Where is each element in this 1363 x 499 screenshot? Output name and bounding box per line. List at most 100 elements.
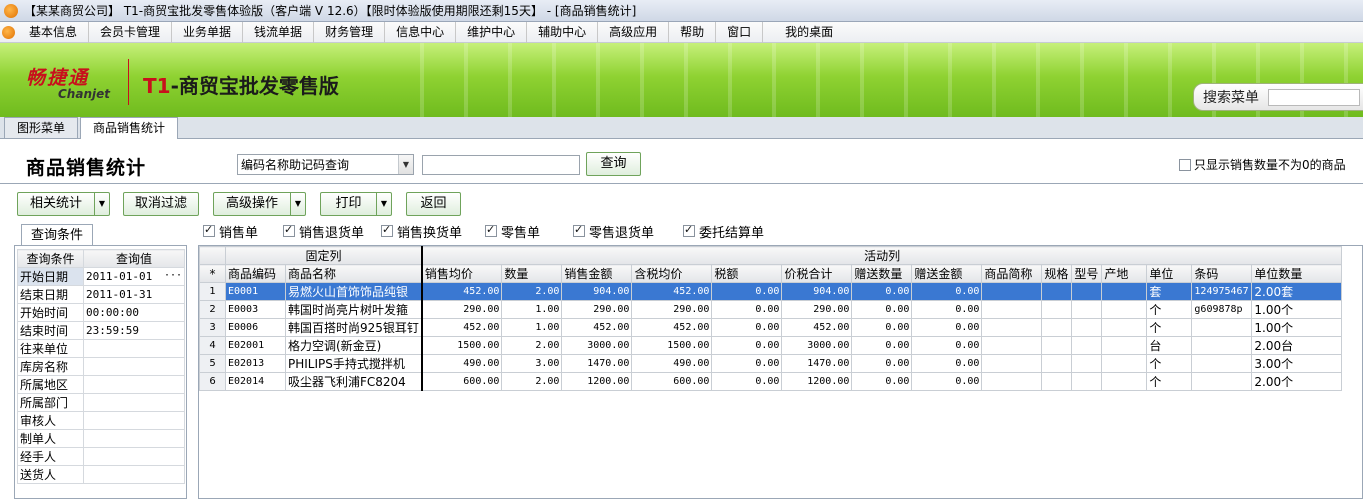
menu-search-input[interactable] (1268, 88, 1360, 106)
table-cell[interactable]: 1.00 (501, 318, 563, 337)
table-cell[interactable]: 904.00 (781, 282, 853, 301)
table-cell[interactable]: 0.00 (911, 336, 983, 355)
cond-value[interactable] (83, 375, 185, 394)
table-cell[interactable] (1101, 300, 1148, 319)
table-cell[interactable]: PHILIPS手持式搅拌机 (284, 354, 423, 373)
menu-help[interactable]: 帮助 (669, 21, 717, 43)
table-row[interactable]: 1 E0001 易燃火山首饰饰品纯银 452.00 2.00 904.00 452.00 0.… (199, 282, 1343, 301)
cond-value[interactable] (83, 411, 185, 430)
table-cell[interactable]: 1470.00 (561, 354, 633, 373)
table-cell[interactable]: 1200.00 (781, 372, 853, 391)
query-button[interactable]: 查询 (586, 152, 641, 176)
table-row[interactable]: 4 E02001 格力空调(新金豆) 1500.00 2.00 3000.00 1500.0… (199, 336, 1343, 355)
table-cell[interactable]: 吸尘器飞利浦FC8204 (284, 372, 423, 391)
app-menu-icon[interactable] (2, 25, 15, 39)
table-cell[interactable]: 1.00 (501, 300, 563, 319)
checkbox-icon[interactable] (1179, 158, 1191, 171)
only-nonzero-checkbox[interactable]: 只显示销售数量不为0的商品 (1179, 156, 1346, 173)
chevron-down-icon[interactable]: ▼ (398, 155, 413, 174)
table-cell[interactable]: 452.00 (561, 318, 633, 337)
table-cell[interactable] (1071, 282, 1103, 301)
table-cell[interactable] (1071, 372, 1103, 391)
column-header[interactable]: 销售金额 (561, 264, 633, 283)
doc-type-retail[interactable]: 零售单 (485, 222, 540, 241)
table-cell[interactable]: 490.00 (631, 354, 713, 373)
cond-value-start-date[interactable]: 2011-01-01 ··· (83, 267, 185, 286)
table-cell[interactable]: 124975467 (1191, 282, 1253, 301)
table-cell[interactable]: 个 (1146, 354, 1193, 373)
checkbox-icon[interactable] (683, 223, 695, 237)
table-cell[interactable]: 1.00个 (1251, 318, 1343, 337)
table-row[interactable]: 6 E02014 吸尘器飞利浦FC8204 600.00 2.00 1200.00 600.… (199, 372, 1343, 391)
checkbox-icon[interactable] (381, 223, 393, 237)
table-cell[interactable]: 2.00台 (1251, 336, 1343, 355)
table-cell[interactable] (1101, 318, 1148, 337)
table-cell[interactable]: 0.00 (851, 318, 913, 337)
table-cell[interactable] (1071, 318, 1103, 337)
cond-value[interactable]: 00:00:00 (83, 303, 185, 322)
table-cell[interactable]: 1500.00 (631, 336, 713, 355)
table-cell[interactable]: 0.00 (711, 354, 783, 373)
table-cell[interactable]: 台 (1146, 336, 1193, 355)
menu-maintenance[interactable]: 维护中心 (456, 21, 528, 43)
chevron-down-icon[interactable]: ▼ (376, 193, 391, 215)
menu-basic-info[interactable]: 基本信息 (18, 21, 90, 43)
table-cell[interactable]: 个 (1146, 300, 1193, 319)
table-cell[interactable]: 290.00 (421, 300, 503, 319)
column-header[interactable]: 价税合计 (781, 264, 853, 283)
table-cell[interactable] (981, 300, 1043, 319)
column-header[interactable]: 型号 (1071, 264, 1103, 283)
table-cell[interactable] (1191, 354, 1253, 373)
table-cell[interactable]: 2.00 (501, 282, 563, 301)
table-cell[interactable] (1041, 354, 1073, 373)
table-cell[interactable]: 0.00 (711, 336, 783, 355)
menu-business-docs[interactable]: 业务单据 (172, 21, 244, 43)
table-row[interactable]: 2 E0003 韩国时尚亮片树叶发箍 290.00 1.00 290.00 290.00 0.… (199, 300, 1343, 319)
table-cell[interactable] (981, 336, 1043, 355)
checkbox-icon[interactable] (485, 223, 497, 237)
back-button[interactable]: 返回 (406, 192, 461, 216)
cond-value[interactable]: 2011-01-31 (83, 285, 185, 304)
menu-finance[interactable]: 财务管理 (314, 21, 386, 43)
table-cell[interactable]: 0.00 (851, 354, 913, 373)
table-cell[interactable]: 290.00 (781, 300, 853, 319)
table-cell[interactable] (1071, 300, 1103, 319)
table-cell[interactable]: 904.00 (561, 282, 633, 301)
table-row[interactable]: 3 E0006 韩国百搭时尚925银耳钉 452.00 1.00 452.00 452.00… (199, 318, 1343, 337)
menu-cash-docs[interactable]: 钱流单据 (243, 21, 315, 43)
column-header[interactable]: 产地 (1101, 264, 1148, 283)
table-cell[interactable] (1071, 336, 1103, 355)
table-cell[interactable]: 3000.00 (781, 336, 853, 355)
table-cell[interactable]: 0.00 (711, 318, 783, 337)
table-cell[interactable]: 韩国时尚亮片树叶发箍 (284, 300, 423, 319)
print-button[interactable]: 打印 ▼ (320, 192, 392, 216)
table-cell[interactable]: 0.00 (911, 300, 983, 319)
table-cell[interactable]: E02014 (225, 372, 286, 391)
table-cell[interactable]: 452.00 (631, 282, 713, 301)
table-cell[interactable] (1071, 354, 1103, 373)
cond-value[interactable] (83, 357, 185, 376)
menu-member-card[interactable]: 会员卡管理 (89, 21, 173, 43)
cond-value[interactable] (83, 393, 185, 412)
table-cell[interactable] (1101, 372, 1148, 391)
menu-window[interactable]: 窗口 (716, 21, 764, 43)
table-cell[interactable]: 0.00 (911, 354, 983, 373)
table-cell[interactable]: 易燃火山首饰饰品纯银 (284, 282, 423, 301)
column-header[interactable]: 赠送金额 (911, 264, 983, 283)
table-cell[interactable] (1101, 354, 1148, 373)
table-row[interactable]: 5 E02013 PHILIPS手持式搅拌机 490.00 3.00 1470.00 490… (199, 354, 1343, 373)
table-cell[interactable]: 2.00套 (1251, 282, 1343, 301)
table-cell[interactable]: 452.00 (631, 318, 713, 337)
doc-type-retail-return[interactable]: 零售退货单 (573, 222, 654, 241)
table-cell[interactable]: 0.00 (911, 372, 983, 391)
column-header[interactable]: 商品编码 (225, 264, 286, 283)
chevron-down-icon[interactable]: ▼ (94, 193, 109, 215)
table-cell[interactable]: 0.00 (911, 282, 983, 301)
menu-advanced[interactable]: 高级应用 (598, 21, 670, 43)
table-cell[interactable]: E02013 (225, 354, 286, 373)
table-cell[interactable]: 个 (1146, 318, 1193, 337)
table-cell[interactable]: 2.00 (501, 336, 563, 355)
table-cell[interactable]: 290.00 (561, 300, 633, 319)
column-header[interactable]: 条码 (1191, 264, 1253, 283)
table-cell[interactable]: 3.00 (501, 354, 563, 373)
